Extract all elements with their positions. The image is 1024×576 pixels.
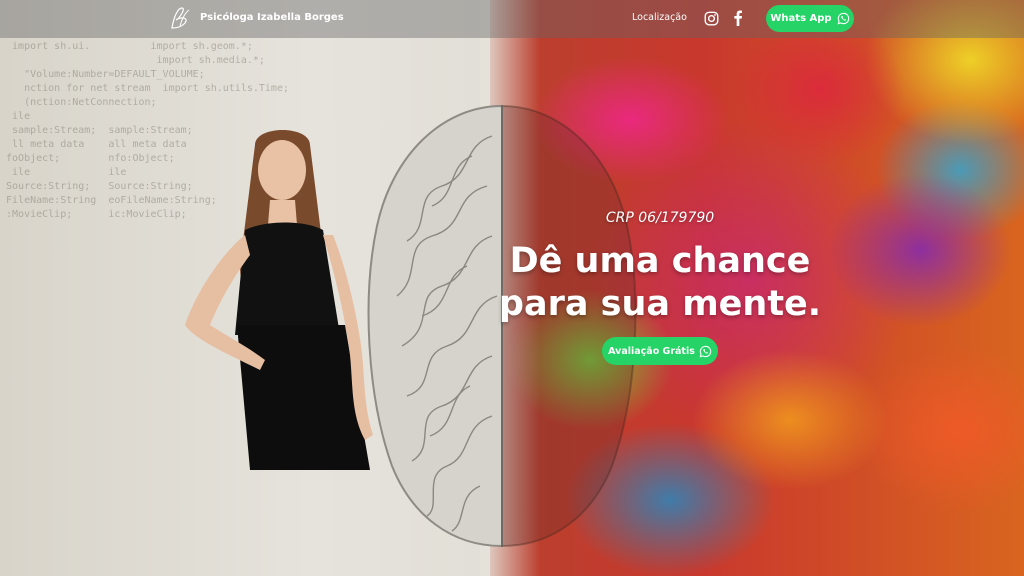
whatsapp-button-label: Whats App xyxy=(770,13,832,24)
site-header: Psicóloga Izabella Borges Localização Wh… xyxy=(0,0,1024,38)
brand-name[interactable]: Psicóloga Izabella Borges xyxy=(200,12,344,23)
brain-illustration xyxy=(367,104,637,548)
psychologist-photo xyxy=(185,130,373,470)
hero-headline: Dê uma chance para sua mente. xyxy=(470,240,850,326)
free-evaluation-button[interactable]: Avaliação Grátis xyxy=(602,337,718,365)
whatsapp-icon xyxy=(699,345,712,357)
whatsapp-button[interactable]: Whats App xyxy=(766,5,854,32)
logo-monogram-icon[interactable] xyxy=(168,6,192,32)
crp-registration: CRP 06/179790 xyxy=(605,210,715,226)
hero-headline-line2: para sua mente. xyxy=(498,284,822,324)
hero-headline-line1: Dê uma chance xyxy=(509,241,811,281)
nav-location-link[interactable]: Localização xyxy=(632,12,687,23)
free-evaluation-label: Avaliação Grátis xyxy=(608,345,695,357)
facebook-icon[interactable] xyxy=(731,10,745,26)
whatsapp-icon xyxy=(837,12,849,25)
instagram-icon[interactable] xyxy=(704,11,719,26)
